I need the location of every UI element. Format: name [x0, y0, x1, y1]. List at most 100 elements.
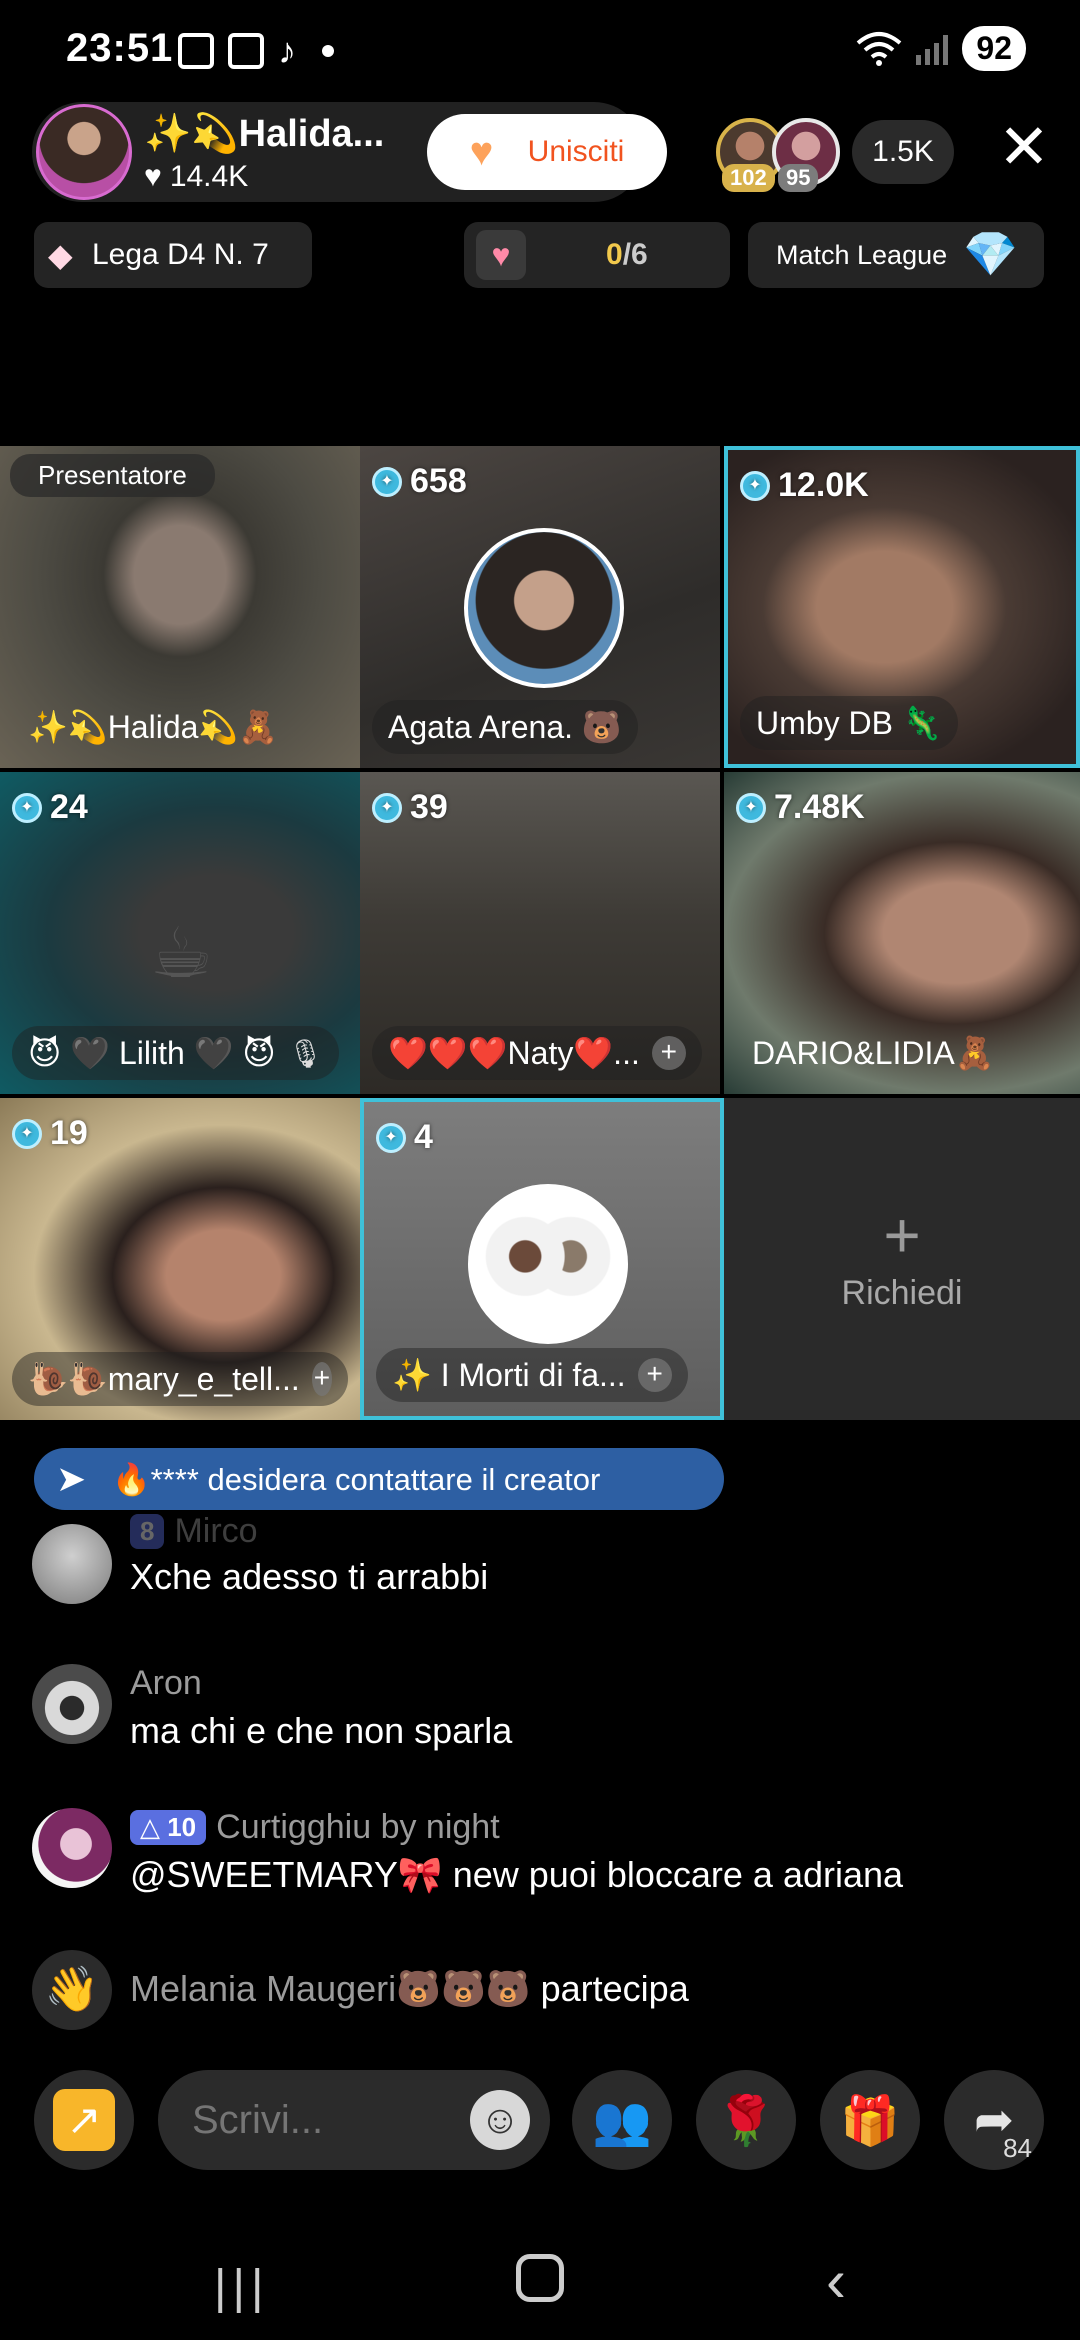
match-league-pill[interactable]: Match League 💎: [748, 222, 1044, 288]
request-seat-tile[interactable]: + Richiedi: [724, 1098, 1080, 1420]
guest-coin-count: 4: [414, 1118, 433, 1156]
host-avatar[interactable]: [36, 104, 132, 200]
status-notification-icons: ♪: [178, 30, 334, 72]
share-button[interactable]: ➦ 84: [944, 2070, 1044, 2170]
guest-coins: ✦ 7.48K: [736, 788, 865, 827]
status-system-icons: 92: [856, 26, 1026, 71]
guest-coin-count: 658: [410, 462, 467, 500]
close-icon[interactable]: ✕: [994, 117, 1054, 179]
join-event-username[interactable]: Melania Maugeri🐻🐻🐻: [130, 1968, 531, 2009]
guest-name: 🐌🐌mary_e_tell... +: [12, 1352, 348, 1406]
guest-tile[interactable]: ✦ 24 ☕ 😈 🖤 Lilith 🖤 😈 🎙: [0, 772, 360, 1094]
plus-icon: +: [883, 1199, 921, 1271]
guest-tile[interactable]: ✦ 39 ❤️❤️❤️Naty❤️... +: [360, 772, 720, 1094]
guests-button[interactable]: 👥: [572, 2070, 672, 2170]
rose-icon: 🌹: [716, 2094, 776, 2148]
guest-name: Agata Arena. 🐻: [372, 700, 638, 754]
guest-coins: ✦ 39: [372, 788, 448, 827]
guest-tile[interactable]: ✦ 7.48K DARIO&LIDIA🧸: [724, 772, 1080, 1094]
join-event-action: partecipa: [540, 1968, 689, 2009]
guest-name-text: 🐌🐌mary_e_tell...: [28, 1361, 300, 1397]
join-event-item: 👋 Melania Maugeri🐻🐻🐻 partecipa: [32, 1950, 1032, 2030]
guest-name: ✨💫Halida💫🧸: [28, 709, 279, 745]
guest-name: ❤️❤️❤️Naty❤️... +: [372, 1026, 702, 1080]
add-guest-icon[interactable]: +: [637, 1358, 672, 1392]
screenshot-icon: [228, 33, 264, 69]
cup-icon: ☕: [150, 914, 213, 992]
comment-input[interactable]: [192, 2098, 442, 2143]
battery-indicator: 92: [962, 26, 1026, 71]
add-guest-icon[interactable]: +: [311, 1362, 332, 1396]
people-icon: 👥: [592, 2094, 652, 2148]
comment-username: Mirco: [174, 1512, 258, 1550]
comment-item: Aron ma chi e che non sparla: [32, 1664, 1032, 1754]
league-pill[interactable]: ◆ Lega D4 N. 7: [34, 222, 312, 288]
coin-icon: ✦: [740, 470, 770, 501]
top-viewer-rank: 95: [778, 164, 819, 192]
home-icon[interactable]: [516, 2254, 564, 2302]
guest-tile-host[interactable]: Presentatore ✨💫Halida💫🧸: [0, 446, 360, 768]
top-viewer-rank: 102: [722, 164, 775, 192]
system-nav-bar: ||| ‹: [0, 2230, 1080, 2340]
coin-icon: ✦: [12, 792, 42, 823]
comment-avatar[interactable]: [32, 1808, 112, 1888]
signal-icon: [916, 33, 949, 65]
wave-avatar-icon: 👋: [32, 1950, 112, 2030]
guest-coin-count: 19: [50, 1114, 88, 1152]
wifi-icon: [856, 31, 902, 67]
rose-gift-button[interactable]: 🌹: [696, 2070, 796, 2170]
join-button[interactable]: ♥ Unisciti: [427, 114, 667, 190]
tiktok-icon: ♪: [278, 30, 296, 71]
add-guest-icon[interactable]: +: [651, 1036, 686, 1070]
guest-name: Umby DB 🦎: [740, 696, 958, 750]
host-likes-count: 14.4K: [169, 160, 249, 193]
guest-name-text: 😈 🖤 Lilith 🖤 😈: [28, 1035, 276, 1071]
comment-username: Aron: [130, 1664, 202, 1702]
guest-avatar: [468, 1184, 628, 1344]
comment-text: Xche adesso ti arrabbi: [130, 1556, 489, 1597]
coin-icon: ✦: [372, 792, 402, 823]
status-bar: 23:51 ♪ 92: [0, 0, 1080, 100]
bottom-action-bar: ↗ ☺ 👥 🌹 🎁 ➦ 84: [0, 2070, 1080, 2170]
top-viewer-avatar[interactable]: 95: [772, 118, 840, 192]
trend-share-button[interactable]: ↗: [34, 2070, 134, 2170]
goal-progress-total: /6: [622, 238, 648, 271]
host-name: ✨💫Halida...: [144, 113, 385, 155]
comment-user[interactable]: Aron: [130, 1664, 202, 1703]
host-profile-pill[interactable]: ✨💫Halida... ♥ 14.4K ♥ Unisciti: [32, 102, 667, 202]
comment-avatar[interactable]: [32, 1664, 112, 1744]
notification-dot-icon: [322, 45, 334, 57]
request-label: Richiedi: [841, 1274, 963, 1312]
guest-name: 😈 🖤 Lilith 🖤 😈 🎙: [12, 1026, 340, 1080]
goal-progress-pill[interactable]: ♥ 0/6: [464, 222, 730, 288]
league-label: Lega D4 N. 7: [92, 238, 269, 271]
guest-coin-count: 39: [410, 788, 448, 826]
guest-avatar: [464, 528, 624, 688]
coin-icon: ✦: [372, 466, 402, 497]
comment-avatar[interactable]: [32, 1524, 112, 1604]
guest-coins: ✦ 658: [372, 462, 467, 501]
guest-name: ✨ I Morti di fa... +: [376, 1348, 688, 1402]
guest-coin-count: 12.0K: [778, 466, 869, 504]
viewer-count[interactable]: 1.5K: [852, 120, 954, 184]
contact-creator-text: 🔥**** desidera contattare il creator: [112, 1461, 601, 1497]
gift-button[interactable]: 🎁: [820, 2070, 920, 2170]
emoji-icon[interactable]: ☺: [470, 2090, 530, 2150]
guest-tile[interactable]: ✦ 19 🐌🐌mary_e_tell... +: [0, 1098, 360, 1420]
guest-name-text: ✨ I Morti di fa...: [392, 1357, 626, 1393]
coin-icon: ✦: [736, 792, 766, 823]
comment-field[interactable]: ☺: [158, 2070, 550, 2170]
contact-creator-banner[interactable]: ➤ 🔥**** desidera contattare il creator: [34, 1448, 724, 1510]
comment-user[interactable]: 8 Mirco: [130, 1512, 258, 1551]
presenter-tag: Presentatore: [10, 454, 215, 497]
guest-tile[interactable]: ✦ 658 Agata Arena. 🐻: [360, 446, 720, 768]
guest-coins: ✦ 4: [376, 1118, 433, 1157]
recent-apps-icon[interactable]: |||: [214, 2260, 269, 2315]
guest-tile[interactable]: ✦ 4 ✨ I Morti di fa... +: [360, 1098, 724, 1420]
coin-icon: ✦: [376, 1122, 406, 1153]
top-viewers[interactable]: 102 95: [716, 118, 840, 192]
join-button-label: Unisciti: [527, 135, 625, 168]
guest-tile[interactable]: ✦ 12.0K Umby DB 🦎: [724, 446, 1080, 768]
back-icon[interactable]: ‹: [826, 2246, 846, 2315]
comment-user[interactable]: △ 10 Curtigghiu by night: [130, 1808, 500, 1847]
